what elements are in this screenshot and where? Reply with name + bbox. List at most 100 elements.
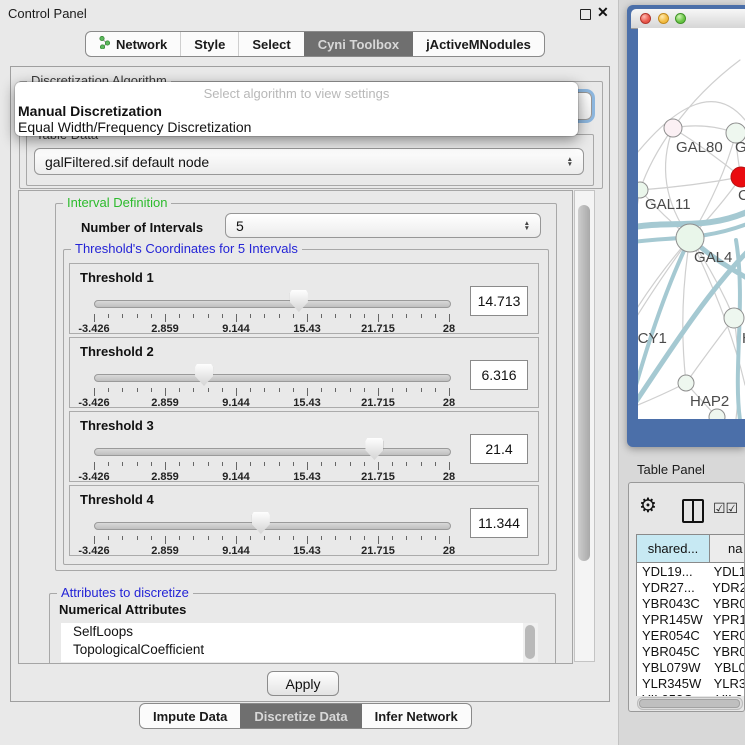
table-row[interactable]: YLR345WYLR3 <box>637 675 745 691</box>
table-row[interactable]: YDR27...YDR2 <box>637 579 745 595</box>
network-node-label: GAL80 <box>676 139 723 156</box>
threshold-value-field[interactable]: 21.4 <box>470 434 528 464</box>
slider-track[interactable] <box>94 300 451 308</box>
zoom-traffic-light[interactable] <box>675 13 686 24</box>
slider-ticks <box>94 536 449 545</box>
tab-label: Select <box>252 37 290 52</box>
slider-track[interactable] <box>94 448 451 456</box>
close-icon[interactable]: ✕ <box>597 4 609 21</box>
tab-impute-data[interactable]: Impute Data <box>140 704 240 728</box>
network-node-label: C <box>738 187 745 204</box>
slider-track[interactable] <box>94 522 451 530</box>
scrollbar-thumb[interactable] <box>525 625 535 659</box>
table-cell: YLR345W <box>637 676 707 691</box>
network-edge[interactable] <box>673 60 740 128</box>
window-titlebar[interactable] <box>631 9 745 29</box>
threshold-value-field[interactable]: 14.713 <box>470 286 528 316</box>
tab-label: Infer Network <box>375 709 458 724</box>
settings-vertical-scrollbar[interactable] <box>574 190 595 662</box>
network-node[interactable] <box>676 224 704 252</box>
network-edge-highlighted[interactable] <box>638 238 690 419</box>
gear-icon[interactable]: ⚙ <box>639 496 657 516</box>
threshold-value-field[interactable]: 6.316 <box>470 360 528 390</box>
network-node[interactable] <box>724 308 744 328</box>
slider-tick-labels: -3.4262.8599.14415.4321.71528 <box>94 471 449 482</box>
group-title: Attributes to discretize <box>57 585 193 600</box>
network-node[interactable] <box>664 119 682 137</box>
slider-thumb[interactable] <box>290 290 308 312</box>
combobox-value: 5 <box>236 218 244 234</box>
algorithm-dropdown-popup: Select algorithm to view settings Manual… <box>15 82 578 136</box>
tab-discretize-data[interactable]: Discretize Data <box>240 704 360 728</box>
number-of-intervals-combobox[interactable]: 5 ▲▼ <box>225 213 541 238</box>
table-row[interactable]: YIL052CYIL0 <box>637 691 745 696</box>
scrollbar-thumb[interactable] <box>639 699 740 708</box>
attribute-list-item[interactable]: TopologicalCoefficient <box>61 641 523 659</box>
app: Control Panel ✕ Network Style Select Cyn… <box>0 0 745 745</box>
table-row[interactable]: YPR145WYPR1 <box>637 611 745 627</box>
network-edge[interactable] <box>640 128 673 190</box>
network-edge[interactable] <box>638 190 640 321</box>
table-row[interactable]: YBL079WYBL0 <box>637 659 745 675</box>
network-node-label: GAL11 <box>645 196 691 213</box>
table-cell: YBL079W <box>637 660 707 675</box>
network-edge[interactable] <box>640 177 741 190</box>
split-columns-icon[interactable] <box>682 499 704 523</box>
checkbox-icons[interactable]: ☑☑ <box>713 500 738 517</box>
table-cell: YBR043C <box>637 596 706 611</box>
tab-label: Style <box>194 37 225 52</box>
attribute-list-item[interactable]: BetweennessCentrality <box>61 659 523 662</box>
slider-thumb[interactable] <box>252 512 270 534</box>
dropdown-option-manual-discretization[interactable]: Manual Discretization <box>15 103 578 119</box>
slider-track[interactable] <box>94 374 451 382</box>
tab-cyni-toolbox[interactable]: Cyni Toolbox <box>304 32 412 56</box>
network-edge[interactable] <box>683 238 690 383</box>
network-node-label: HAP2 <box>690 393 729 410</box>
column-header-name[interactable]: na <box>710 535 744 562</box>
tab-select[interactable]: Select <box>238 32 303 56</box>
table-body: YDL19...YDL1YDR27...YDR2YBR043CYBR0YPR14… <box>636 563 745 696</box>
table-cell: YDL1 <box>707 564 745 579</box>
apply-button[interactable]: Apply <box>267 671 339 696</box>
group-title: Threshold's Coordinates for 5 Intervals <box>71 241 302 256</box>
network-edge-highlighted[interactable] <box>736 240 740 419</box>
table-cell: YPR1 <box>706 612 745 627</box>
table-data-combobox[interactable]: galFiltered.sif default node ▲▼ <box>34 148 584 175</box>
network-node[interactable] <box>678 375 694 391</box>
attributes-list-scrollbar[interactable] <box>523 623 538 662</box>
table-row[interactable]: YDL19...YDL1 <box>637 563 745 579</box>
table-cell: YBR045C <box>637 644 706 659</box>
tab-network[interactable]: Network <box>86 32 180 56</box>
network-edge[interactable] <box>686 318 734 383</box>
tab-style[interactable]: Style <box>180 32 238 56</box>
table-row[interactable]: YER054CYER0 <box>637 627 745 643</box>
slider-tick-labels: -3.4262.8599.14415.4321.71528 <box>94 545 449 556</box>
tab-jactivemnodules[interactable]: jActiveMNodules <box>412 32 544 56</box>
table-row[interactable]: YBR043CYBR0 <box>637 595 745 611</box>
threshold-panel: Threshold 1-3.4262.8599.14415.4321.71528… <box>69 263 539 334</box>
close-traffic-light[interactable] <box>640 13 651 24</box>
scrollbar-thumb[interactable] <box>578 205 590 561</box>
table-cell: YIL052C <box>637 692 709 697</box>
tab-infer-network[interactable]: Infer Network <box>361 704 471 728</box>
threshold-panel: Threshold 3-3.4262.8599.14415.4321.71528… <box>69 411 539 482</box>
float-window-icon[interactable] <box>580 9 591 20</box>
threshold-panel: Threshold 2-3.4262.8599.14415.4321.71528… <box>69 337 539 408</box>
network-canvas[interactable]: GAL80GACGAL11GAL4GCY1HHAP2 <box>638 28 745 419</box>
network-node-label: GAL4 <box>694 249 732 266</box>
table-row[interactable]: YBR045CYBR0 <box>637 643 745 659</box>
table-horizontal-scrollbar[interactable] <box>637 697 743 710</box>
column-header-shared-name[interactable]: shared... <box>637 535 710 562</box>
attribute-list-item[interactable]: SelfLoops <box>61 623 523 641</box>
table-cell: YBL0 <box>707 660 745 675</box>
dropdown-option-equal-width-frequency[interactable]: Equal Width/Frequency Discretization <box>15 119 578 135</box>
slider-ticks <box>94 314 449 323</box>
table-cell: YLR3 <box>707 676 745 691</box>
slider-thumb[interactable] <box>195 364 213 386</box>
table-cell: YER054C <box>637 628 706 643</box>
minimize-traffic-light[interactable] <box>658 13 669 24</box>
threshold-value-field[interactable]: 11.344 <box>470 508 528 538</box>
slider-thumb[interactable] <box>365 438 383 460</box>
numerical-attributes-label: Numerical Attributes <box>59 602 186 617</box>
tab-label: jActiveMNodules <box>426 37 531 52</box>
